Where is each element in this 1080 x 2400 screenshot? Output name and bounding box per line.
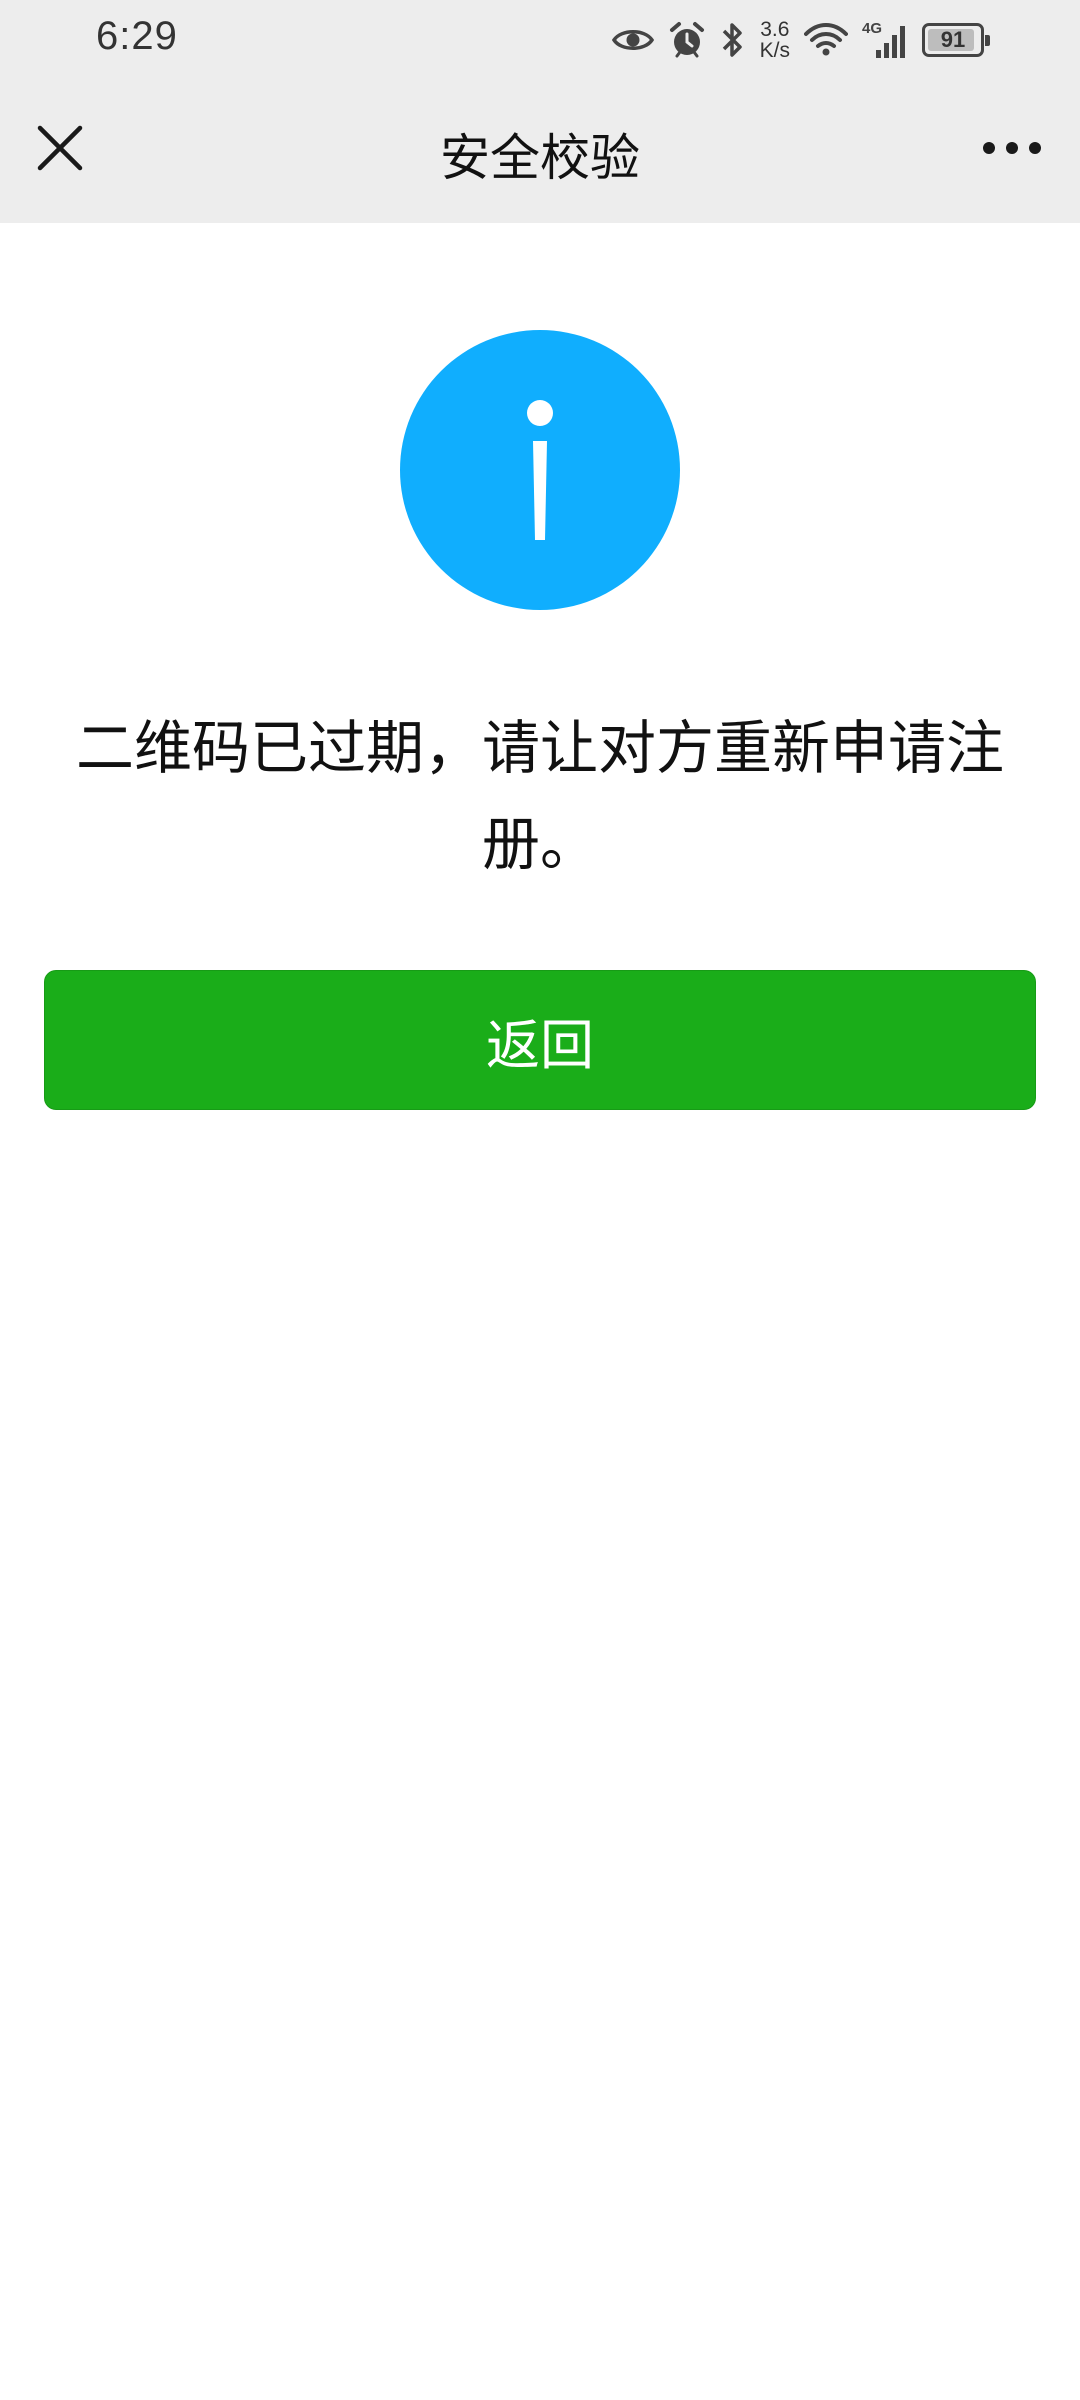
more-button[interactable]: [972, 116, 1052, 180]
info-icon: [400, 330, 680, 610]
page-title: 安全校验: [440, 129, 640, 187]
signal-icon: 4G: [862, 20, 908, 60]
alarm-icon: [668, 21, 706, 59]
nav-bar: 安全校验: [0, 80, 1080, 223]
status-icons: 3.6 K/s 4G 91: [611, 12, 990, 68]
app-screen: 6:29 3.6 K/s 4G 91 安全校验 二维码已过期，请让对方重新申请注…: [0, 0, 1080, 2400]
status-time: 6:29: [96, 14, 178, 58]
expired-message: 二维码已过期，请让对方重新申请注册。: [75, 714, 1004, 878]
back-button[interactable]: 返回: [44, 970, 1036, 1110]
net-speed-unit: K/s: [759, 39, 790, 62]
battery-icon: 91: [922, 23, 990, 57]
eye-icon: [611, 25, 654, 55]
net-speed: 3.6 K/s: [760, 19, 790, 61]
net-speed-value: 3.6: [760, 18, 790, 41]
bluetooth-icon: [720, 20, 746, 60]
battery-level: 91: [940, 27, 966, 52]
more-icon: [983, 142, 1041, 154]
status-bar: 6:29 3.6 K/s 4G 91: [0, 0, 1080, 80]
wifi-icon: [804, 22, 848, 58]
